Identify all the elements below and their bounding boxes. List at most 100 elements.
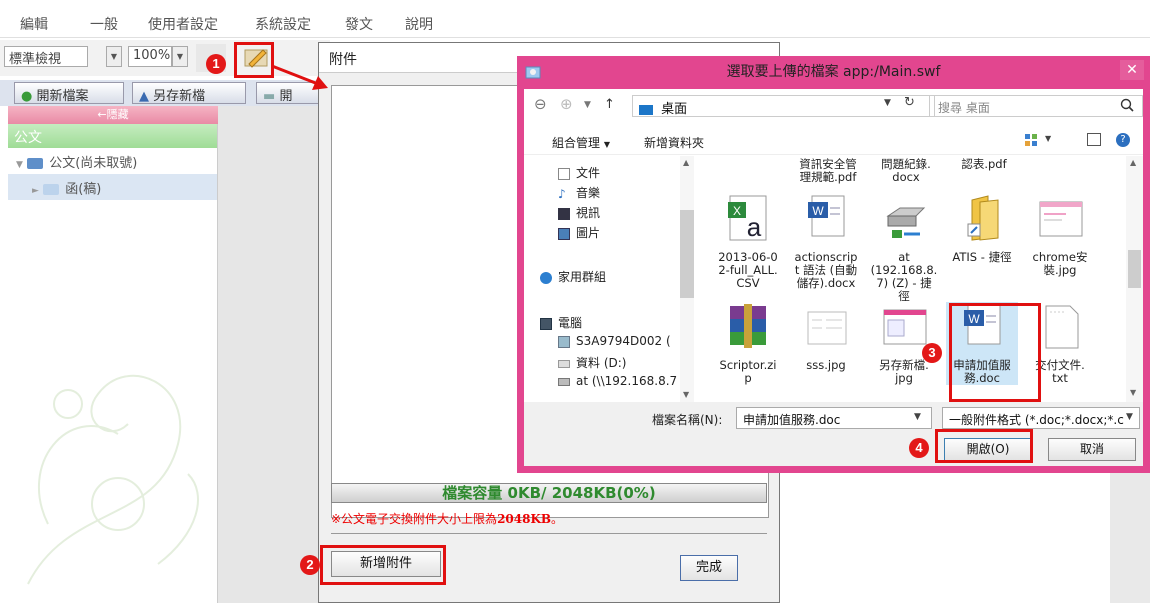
address-dropdown-icon[interactable]: ▼	[884, 98, 891, 108]
nav-item-computer[interactable]: 電腦	[540, 314, 660, 331]
highlight-attachment-tool	[234, 42, 274, 78]
file-item-partial[interactable]: 認表.pdf	[948, 158, 1020, 171]
view-dropdown-icon[interactable]: ▼	[1045, 134, 1051, 143]
video-icon	[558, 207, 570, 220]
up-arrow-icon[interactable]: ↑	[604, 97, 615, 112]
file-item[interactable]: Scriptor.zi p	[712, 302, 784, 385]
cancel-button[interactable]: 取消	[1048, 438, 1136, 461]
help-icon[interactable]: ?	[1116, 133, 1130, 147]
navigation-scrollbar[interactable]: ▲ ▼	[680, 156, 694, 402]
capacity-bar: 檔案容量 0KB/ 2048KB(0%)	[331, 483, 767, 503]
scroll-up-icon[interactable]: ▲	[683, 158, 689, 167]
expand-arrow-icon: ▼	[16, 160, 23, 170]
file-label: 另存新檔. jpg	[879, 358, 929, 385]
collapsed-arrow-icon: ►	[32, 186, 39, 196]
collapse-panel-button[interactable]: ←隱藏	[8, 106, 218, 124]
new-file-button[interactable]: ● 開新檔案	[14, 82, 124, 104]
network-drive-icon	[558, 377, 570, 386]
recent-dropdown-icon[interactable]: ▼	[584, 100, 591, 110]
tree-item-label: 函(稿)	[65, 182, 102, 197]
nav-item-data-drive[interactable]: 資料 (D:)	[558, 354, 678, 371]
file-item-partial[interactable]: 問題紀錄. docx	[870, 158, 942, 184]
file-item-partial[interactable]: 資訊安全管 理規範.pdf	[792, 158, 864, 184]
svg-text:a: a	[747, 212, 762, 242]
nav-item-label: 文件	[576, 166, 601, 180]
disk-icon	[558, 359, 570, 368]
desktop-icon	[639, 104, 653, 115]
file-item[interactable]: W actionscrip t 語法 (自動 儲存).docx	[790, 194, 862, 290]
limit-note-suffix: 。	[551, 512, 564, 526]
file-item[interactable]: sss.jpg	[790, 302, 862, 372]
nav-item-label: at (\\192.168.8.7	[576, 374, 678, 388]
nav-item-music[interactable]: ♪ 音樂	[558, 184, 678, 201]
nav-item-label: 家用群組	[558, 270, 607, 284]
menu-send-document[interactable]: 發文	[345, 14, 373, 34]
zoom-select-dropdown[interactable]: ▼	[172, 46, 188, 67]
file-type-dropdown-icon[interactable]: ▼	[1126, 412, 1133, 422]
nav-item-homegroup[interactable]: 家用群組	[540, 268, 660, 285]
nav-item-label: 圖片	[576, 226, 601, 240]
folder-icon	[27, 158, 44, 169]
save-as-label: 另存新檔	[153, 89, 206, 104]
forward-icon[interactable]: ⊕	[560, 95, 573, 113]
nav-item-documents[interactable]: 文件	[558, 164, 678, 181]
tree-item-draft[interactable]: ► 函(稿)	[8, 174, 217, 200]
homegroup-icon	[540, 271, 552, 284]
step-badge-2: 2	[300, 555, 320, 575]
file-label: 2013-06-0 2-full_ALL. CSV	[718, 250, 778, 290]
menu-bar: 編輯 一般 使用者設定 系統設定 發文 說明	[0, 8, 1150, 38]
document-folder-icon	[43, 184, 60, 195]
menu-edit[interactable]: 編輯	[20, 14, 48, 34]
view-options-icon[interactable]	[1024, 133, 1038, 147]
scroll-down-icon[interactable]: ▼	[1130, 388, 1136, 397]
preview-pane-icon[interactable]	[1087, 133, 1101, 146]
nav-item-video[interactable]: 視訊	[558, 204, 678, 221]
file-item[interactable]: chrome安 裝.jpg	[1024, 194, 1096, 277]
nav-item-network-drive[interactable]: at (\\192.168.8.7	[558, 374, 678, 388]
folder-shortcut-icon	[967, 195, 999, 241]
view-select-dropdown[interactable]: ▼	[106, 46, 122, 67]
scrollbar-thumb[interactable]	[1128, 250, 1141, 288]
file-list-scrollbar[interactable]: ▲ ▼	[1126, 156, 1143, 402]
scroll-down-icon[interactable]: ▼	[683, 390, 689, 399]
search-input[interactable]: 搜尋 桌面	[929, 95, 1143, 117]
panel-header: 公文	[8, 124, 217, 148]
file-type-select[interactable]: 一般附件格式 (*.doc;*.docx;*.c	[942, 407, 1140, 429]
scroll-up-icon[interactable]: ▲	[1130, 158, 1136, 167]
word-icon: W	[808, 195, 845, 237]
close-icon[interactable]: ✕	[1120, 60, 1144, 80]
view-select[interactable]: 標準檢視	[4, 46, 88, 67]
save-as-button[interactable]: ▲ 另存新檔	[132, 82, 246, 104]
filename-bar: 檔案名稱(N): 申請加值服務.doc ▼ 一般附件格式 (*.doc;*.do…	[524, 402, 1143, 466]
nav-item-pictures[interactable]: 圖片	[558, 224, 678, 241]
back-icon[interactable]: ⊖	[534, 95, 547, 113]
zoom-select[interactable]: 100%	[128, 46, 172, 67]
file-item[interactable]: Xa 2013-06-0 2-full_ALL. CSV	[712, 194, 784, 290]
decorative-swirl	[27, 374, 199, 585]
tree-item-unnumbered[interactable]: ▼ 公文(尚未取號)	[8, 148, 217, 174]
filename-input[interactable]: 申請加值服務.doc	[736, 407, 932, 429]
step-badge-4: 4	[909, 438, 929, 458]
highlight-open-button	[935, 429, 1033, 463]
highlight-selected-file	[949, 303, 1041, 402]
refresh-icon[interactable]: ↻	[904, 95, 915, 110]
menu-user-settings[interactable]: 使用者設定	[148, 14, 218, 34]
scrollbar-thumb[interactable]	[680, 210, 694, 298]
document-canvas	[780, 470, 1110, 603]
navigation-pane: 文件 ♪ 音樂 視訊 圖片 家用群組 電腦 S3A9794D002 ( 資料 (D…	[524, 156, 700, 402]
menu-help[interactable]: 說明	[405, 14, 433, 34]
organize-menu[interactable]: 組合管理 ▼	[552, 134, 610, 151]
search-icon	[1120, 98, 1134, 112]
nav-item-system-drive[interactable]: S3A9794D002 (	[558, 334, 678, 348]
done-button[interactable]: 完成	[680, 555, 738, 581]
file-item[interactable]: at (192.168.8. 7) (Z) - 捷 徑	[868, 194, 940, 303]
file-item[interactable]: ATIS - 捷徑	[946, 194, 1018, 264]
menu-general[interactable]: 一般	[90, 14, 118, 34]
filename-dropdown-icon[interactable]: ▼	[914, 412, 921, 422]
new-file-icon: ●	[21, 89, 33, 104]
limit-note-value: 2048KB	[497, 512, 552, 526]
new-folder-button[interactable]: 新增資料夾	[644, 134, 704, 151]
organize-label: 組合管理	[552, 136, 601, 150]
menu-system-settings[interactable]: 系統設定	[255, 14, 311, 34]
winrar-icon	[730, 304, 766, 348]
